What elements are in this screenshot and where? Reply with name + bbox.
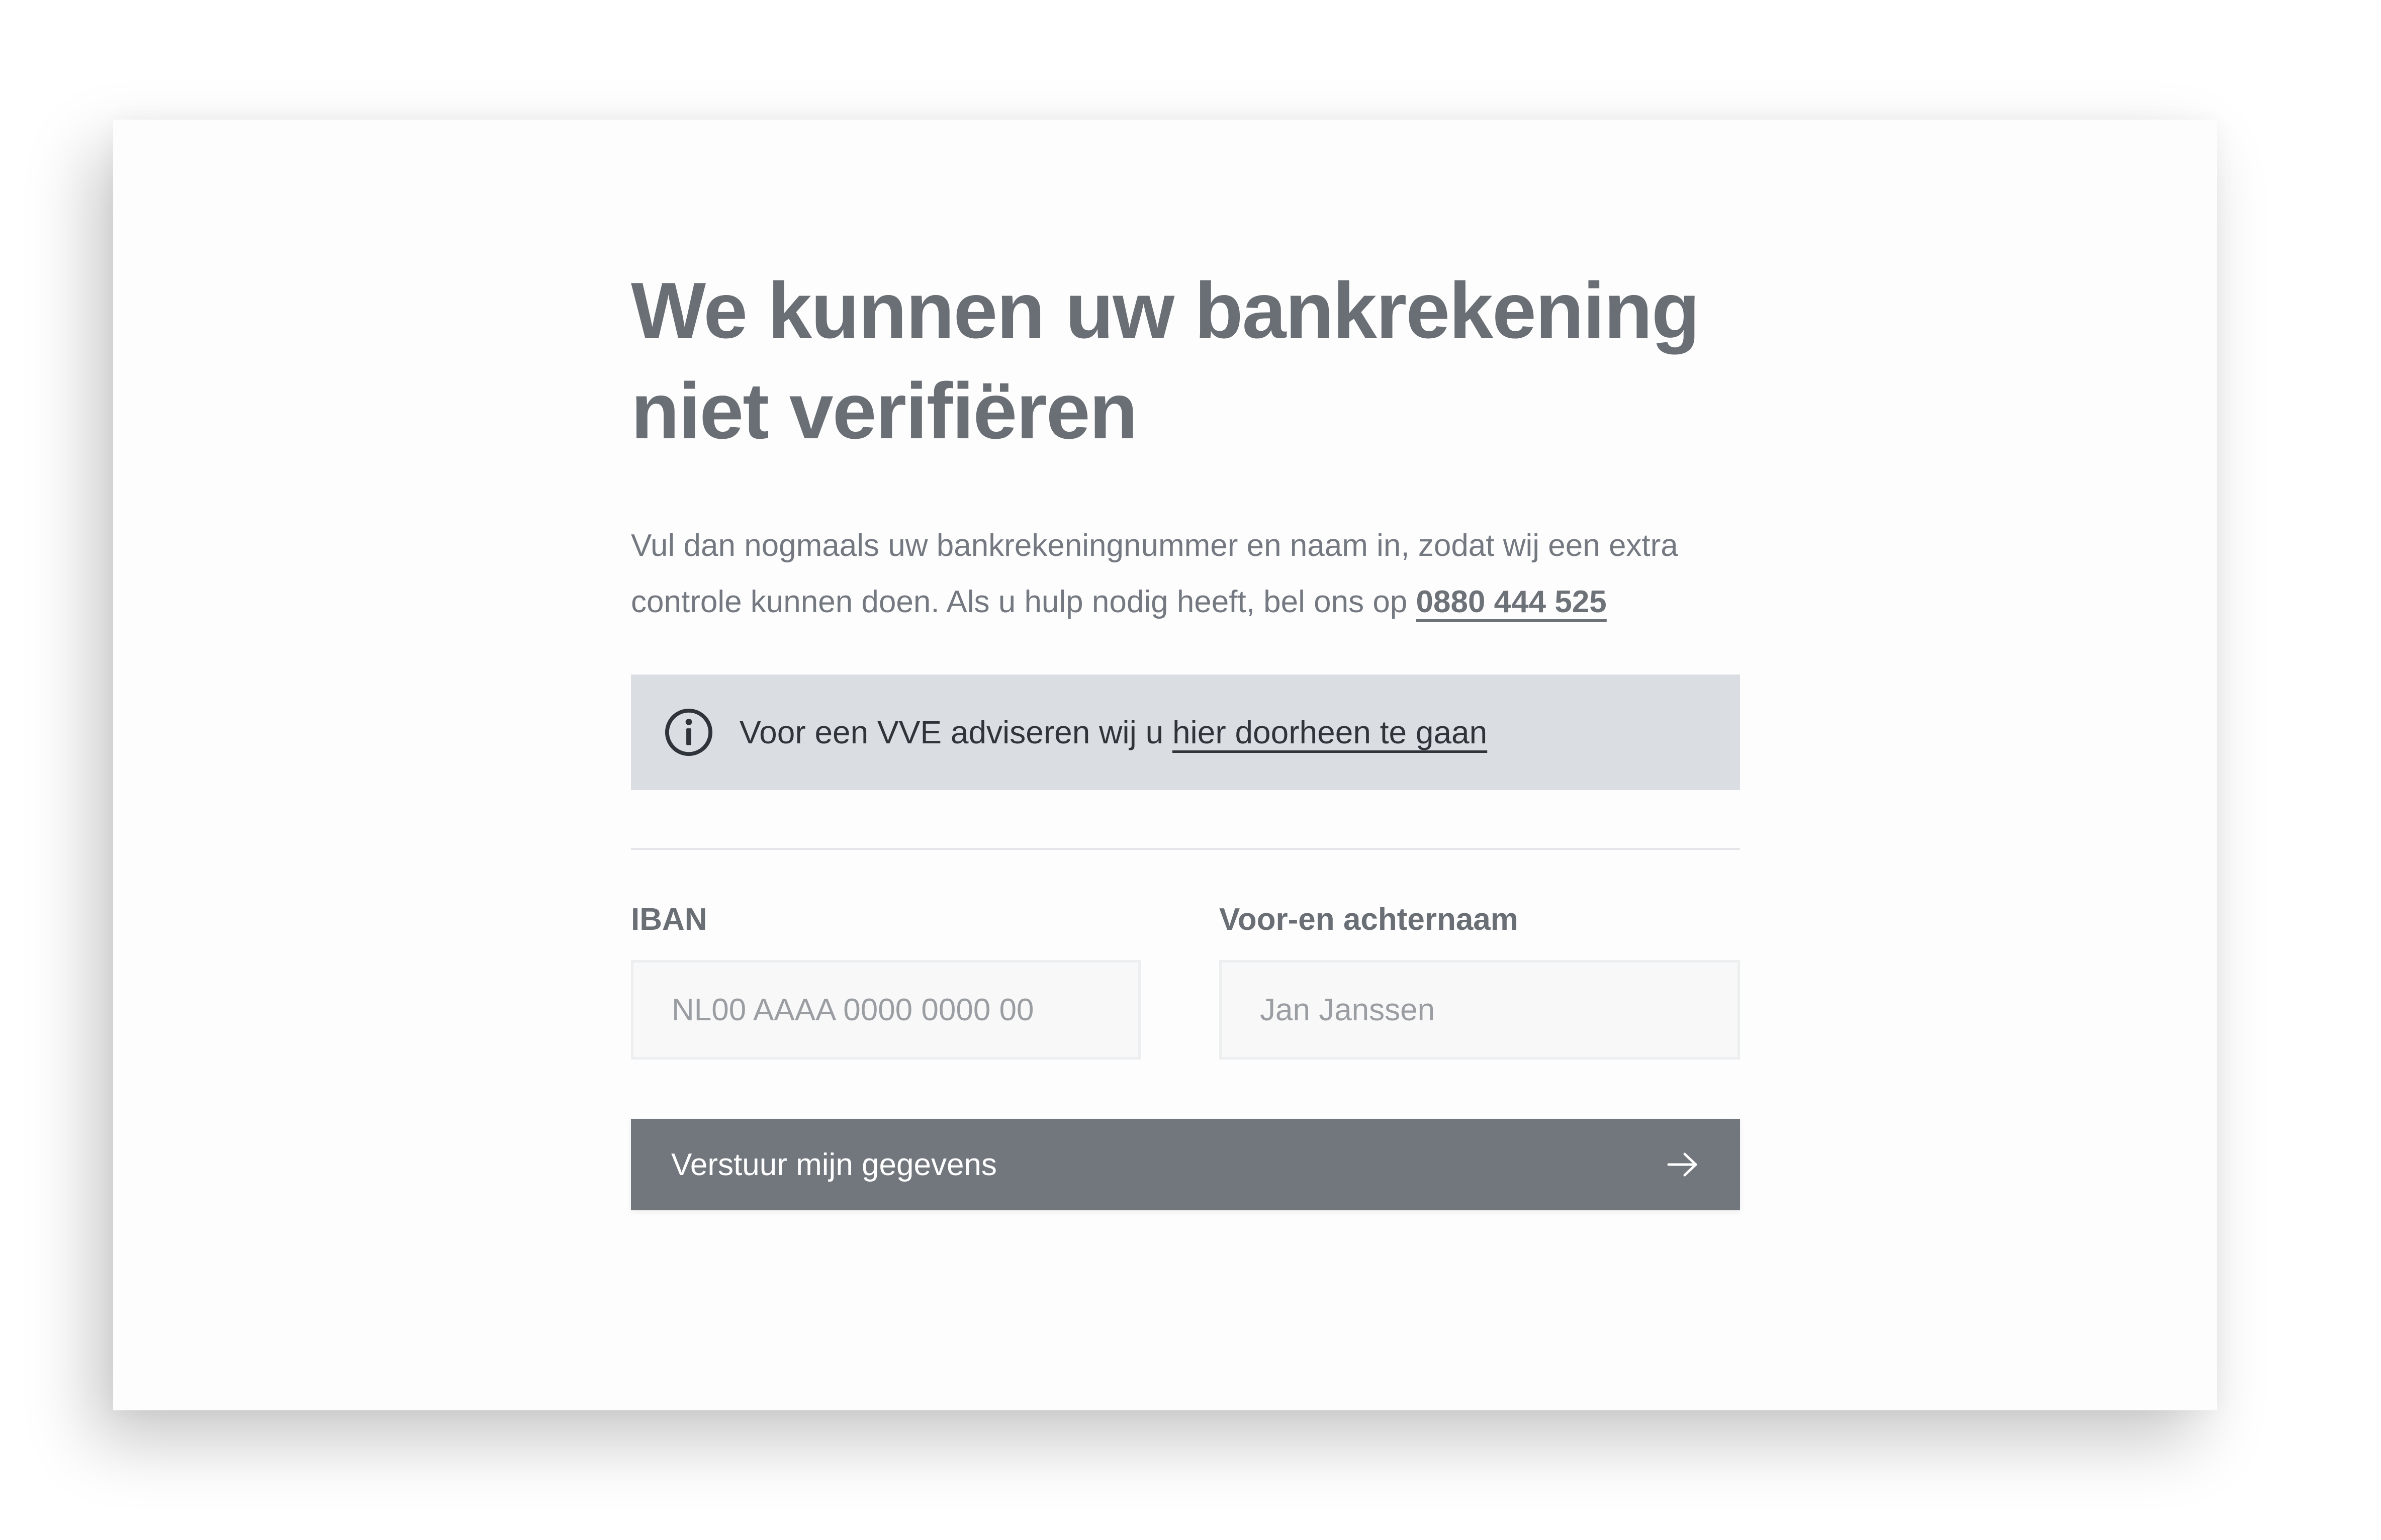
iban-field-group: IBAN — [631, 898, 1141, 1060]
intro-paragraph: Vul dan nogmaals uw bankrekeningnummer e… — [631, 518, 1740, 630]
arrow-right-icon — [1667, 1152, 1697, 1177]
submit-button-label: Verstuur mijn gegevens — [671, 1147, 997, 1182]
notice-text: Voor een VVE adviseren wij u hier doorhe… — [740, 714, 1487, 751]
info-notice: Voor een VVE adviseren wij u hier doorhe… — [631, 675, 1740, 790]
name-label: Voor-en achternaam — [1219, 902, 1518, 937]
vve-link[interactable]: hier doorheen te gaan — [1172, 714, 1487, 750]
info-icon — [665, 708, 713, 756]
main-content: We kunnen uw bankrekening niet verifiëre… — [631, 260, 1740, 1210]
submit-button[interactable]: Verstuur mijn gegevens — [631, 1119, 1740, 1210]
divider — [631, 848, 1740, 850]
name-field-group: Voor-en achternaam — [1219, 898, 1740, 1060]
name-input[interactable] — [1219, 960, 1740, 1060]
notice-message: Voor een VVE adviseren wij u — [740, 714, 1172, 750]
page-title: We kunnen uw bankrekening niet verifiëre… — [631, 266, 1700, 455]
iban-input[interactable] — [631, 960, 1141, 1060]
verification-card: We kunnen uw bankrekening niet verifiëre… — [113, 120, 2217, 1410]
iban-label: IBAN — [631, 902, 707, 937]
phone-link[interactable]: 0880 444 525 — [1416, 585, 1607, 619]
form-fields: IBAN Voor-en achternaam — [631, 898, 1740, 1060]
